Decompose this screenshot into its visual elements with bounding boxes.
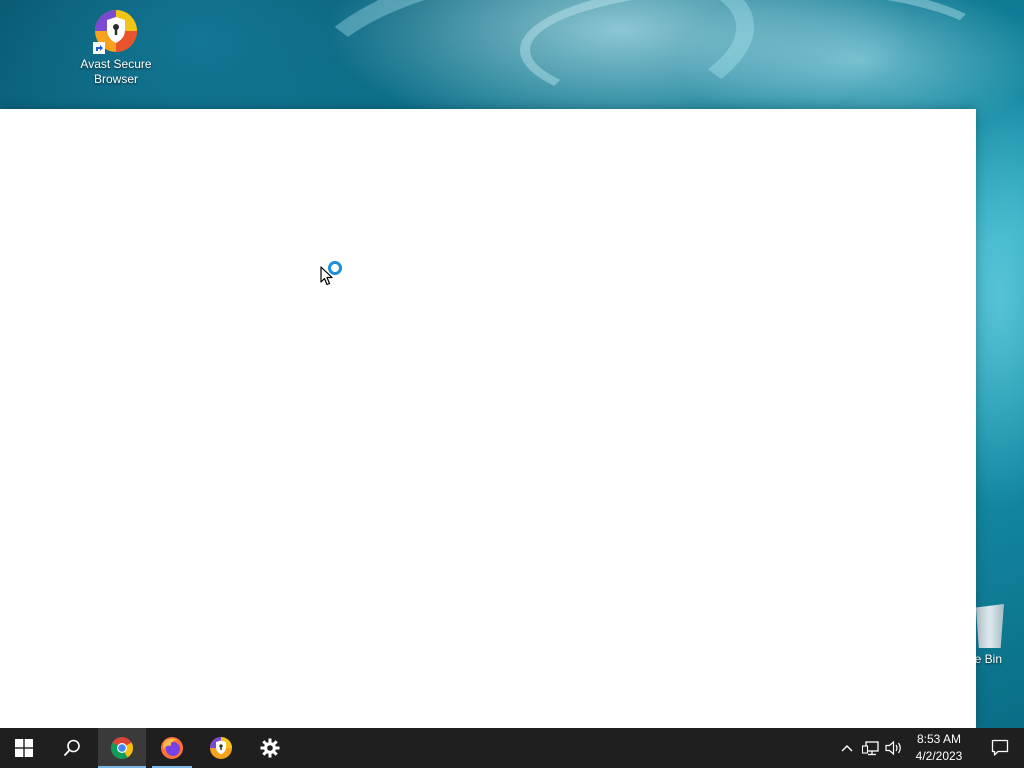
taskbar-app-firefox[interactable]	[148, 728, 196, 768]
windows-logo-icon	[15, 739, 33, 757]
avast-browser-icon	[210, 737, 232, 759]
show-hidden-icons-button[interactable]	[836, 728, 858, 768]
clock-date: 4/2/2023	[915, 749, 963, 763]
recycle-bin-icon	[976, 604, 1004, 648]
desktop-icon-avast-secure-browser[interactable]: Avast Secure Browser	[78, 8, 154, 87]
desktop-icon-recycle-bin[interactable]: le Bin	[972, 600, 1024, 667]
loading-window[interactable]	[0, 109, 976, 728]
network-status-button[interactable]	[859, 728, 883, 768]
gear-icon	[260, 738, 280, 758]
taskbar-app-avast[interactable]	[197, 728, 245, 768]
firefox-icon	[161, 737, 183, 759]
taskbar: 8:53 AM 4/2/2023	[0, 728, 1024, 768]
search-icon	[63, 739, 80, 757]
volume-button[interactable]	[883, 728, 905, 768]
chrome-icon	[111, 737, 133, 759]
taskbar-app-settings[interactable]	[246, 728, 294, 768]
busy-spinner-icon	[328, 261, 342, 275]
taskbar-app-chrome[interactable]	[98, 728, 146, 768]
start-button[interactable]	[0, 728, 48, 768]
desktop-icon-label: Avast Secure Browser	[80, 57, 152, 86]
action-center-icon	[991, 739, 1009, 756]
chevron-up-icon	[841, 745, 853, 752]
network-icon	[862, 741, 879, 756]
volume-icon	[885, 740, 901, 756]
clock[interactable]: 8:53 AM 4/2/2023	[904, 728, 974, 768]
search-button[interactable]	[48, 728, 96, 768]
avast-browser-icon	[93, 8, 139, 54]
action-center-button[interactable]	[976, 728, 1024, 768]
desktop-icon-label: le Bin	[972, 652, 1003, 666]
clock-time: 8:53 AM	[916, 732, 962, 746]
